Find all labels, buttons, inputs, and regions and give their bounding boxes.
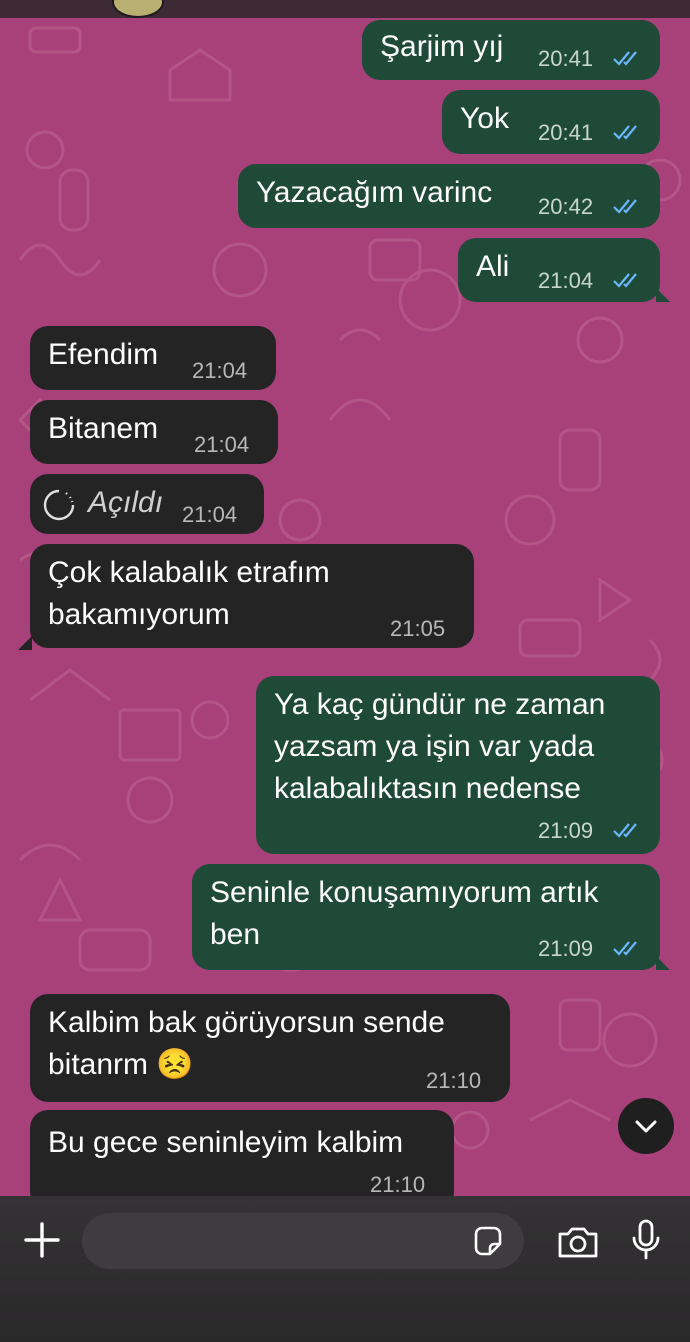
- double-check-icon: [613, 941, 637, 956]
- message-bubble-incoming[interactable]: Çok kalabalık etrafım bakamıyorum 21:05: [30, 544, 474, 648]
- message-text: Şarjim yıj: [380, 30, 504, 63]
- bubble-tail: [18, 636, 32, 650]
- camera-icon[interactable]: [556, 1224, 600, 1260]
- microphone-icon[interactable]: [630, 1218, 662, 1262]
- double-check-icon: [613, 125, 637, 140]
- message-bubble-outgoing[interactable]: Ali 21:04: [458, 238, 660, 302]
- message-bubble-incoming[interactable]: Efendim 21:04: [30, 326, 276, 390]
- message-bubble-outgoing[interactable]: Seninle konuşamıyorum artık ben 21:09: [192, 864, 660, 970]
- message-time: 20:41: [538, 120, 594, 145]
- message-text: Açıldı: [88, 486, 164, 519]
- message-text-line: kalabalıktasın nedense: [274, 772, 581, 805]
- message-time: 21:10: [426, 1068, 482, 1093]
- message-time: 20:41: [538, 46, 594, 71]
- message-text-line: bitanrm 😣: [48, 1048, 194, 1081]
- message-bubble-incoming[interactable]: Bitanem 21:04: [30, 400, 278, 464]
- message-list: Şarjim yıj 20:41 Yok 20:41 Yazacağım var…: [0, 0, 690, 1210]
- message-bubble-incoming[interactable]: Kalbim bak görüyorsun sende bitanrm 😣 21…: [30, 994, 510, 1102]
- chevron-down-icon: [635, 1120, 657, 1133]
- message-text: Yok: [460, 102, 509, 135]
- view-once-icon: [43, 489, 75, 521]
- message-time: 21:09: [538, 818, 594, 843]
- message-text-line: ben: [210, 918, 261, 951]
- message-bubble-outgoing[interactable]: Ya kaç gündür ne zaman yazsam ya işin va…: [256, 676, 660, 854]
- message-time: 20:42: [538, 194, 594, 219]
- message-text-line: Çok kalabalık etrafım: [48, 556, 330, 589]
- double-check-icon: [613, 273, 637, 288]
- message-text: Ali: [476, 250, 510, 283]
- message-text-line: yazsam ya işin var yada: [274, 730, 595, 763]
- message-time: 21:04: [538, 268, 594, 293]
- bubble-tail: [656, 288, 670, 302]
- sticker-icon[interactable]: [470, 1224, 506, 1260]
- plus-icon[interactable]: [22, 1220, 62, 1260]
- view-once-message[interactable]: Açıldı 21:04: [30, 474, 264, 534]
- message-time: 21:04: [192, 358, 248, 383]
- message-bubble-outgoing[interactable]: Şarjim yıj 20:41: [362, 20, 660, 80]
- message-time: 21:04: [182, 502, 238, 527]
- message-text: Yazacağım varinc: [256, 176, 493, 209]
- double-check-icon: [613, 823, 637, 838]
- message-text-line: Kalbim bak görüyorsun sende: [48, 1006, 445, 1039]
- message-text: Bu gece seninleyim kalbim: [48, 1126, 404, 1159]
- message-bubble-incoming[interactable]: Bu gece seninleyim kalbim 21:10: [30, 1110, 454, 1210]
- message-time: 21:09: [538, 936, 594, 961]
- message-time: 21:10: [370, 1172, 426, 1197]
- message-text-line: Seninle konuşamıyorum artık: [210, 876, 599, 909]
- scroll-to-bottom-button[interactable]: [618, 1098, 674, 1154]
- message-bubble-outgoing[interactable]: Yok 20:41: [442, 90, 660, 154]
- message-text-line: Ya kaç gündür ne zaman: [274, 688, 606, 721]
- bubble-tail: [656, 956, 670, 970]
- message-input[interactable]: [82, 1213, 524, 1269]
- double-check-icon: [613, 199, 637, 214]
- double-check-icon: [613, 51, 637, 66]
- message-text: Efendim: [48, 338, 159, 371]
- message-time: 21:05: [390, 616, 446, 641]
- message-bubble-outgoing[interactable]: Yazacağım varinc 20:42: [238, 164, 660, 228]
- message-time: 21:04: [194, 432, 250, 457]
- composer-bar: [0, 1196, 690, 1342]
- message-text-line: bakamıyorum: [48, 598, 230, 631]
- message-text: Bitanem: [48, 412, 159, 445]
